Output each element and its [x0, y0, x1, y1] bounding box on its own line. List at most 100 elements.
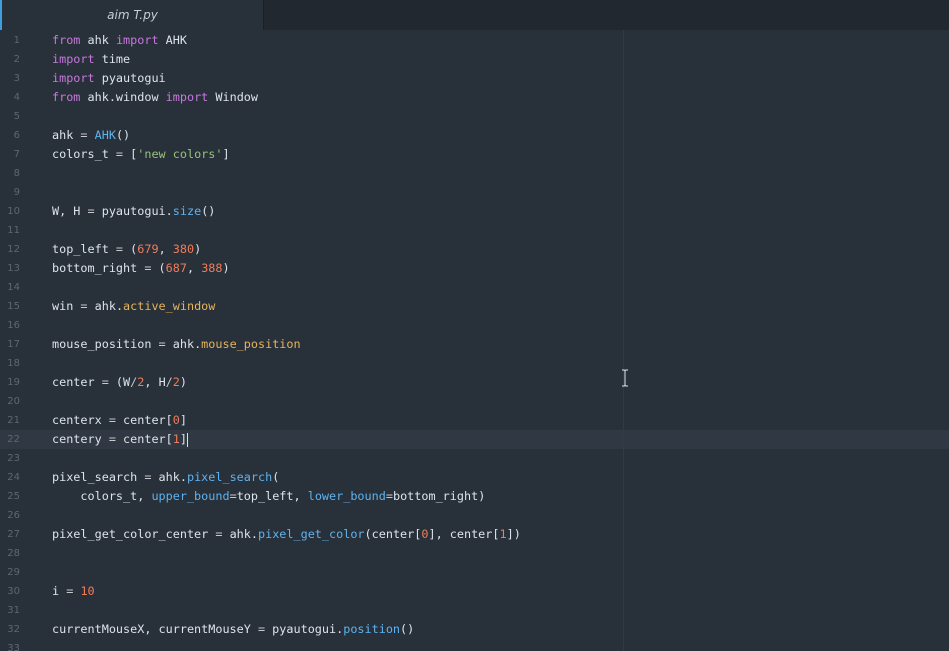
code-token: ()	[201, 204, 216, 218]
line-number: 25	[7, 491, 20, 502]
code-token: upper_bound	[151, 489, 230, 503]
code-line[interactable]: ahk = AHK()	[52, 126, 130, 145]
line-number: 5	[13, 111, 20, 122]
line-number: 28	[7, 548, 20, 559]
code-token: currentMouseX, currentMouseY	[52, 622, 258, 636]
code-token: ahk.	[87, 299, 124, 313]
code-token: =	[80, 128, 88, 142]
code-token: =	[385, 489, 393, 503]
code-token: (	[123, 242, 138, 256]
code-token: colors_t,	[52, 489, 152, 503]
code-line[interactable]: colors_t = ['new colors']	[52, 145, 230, 164]
code-line[interactable]: center = (W/2, H/2)	[52, 373, 187, 392]
code-line[interactable]: colors_t, upper_bound=top_left, lower_bo…	[52, 487, 485, 506]
code-line[interactable]: from ahk.window import Window	[52, 88, 258, 107]
code-token: pyautogui.	[94, 204, 173, 218]
code-token: pixel_search	[52, 470, 145, 484]
tab-aim-t-py[interactable]: aim T.py	[0, 0, 264, 30]
code-token: import	[52, 52, 95, 66]
code-line[interactable]: import time	[52, 50, 130, 69]
code-token: 388	[201, 261, 223, 275]
line-number: 16	[7, 320, 20, 331]
code-token: (W	[108, 375, 131, 389]
code-line[interactable]: import pyautogui	[52, 69, 166, 88]
code-token: pyautogui.	[265, 622, 344, 636]
code-token: =	[80, 299, 88, 313]
code-line[interactable]: bottom_right = (687, 388)	[52, 259, 230, 278]
code-line[interactable]: from ahk import AHK	[52, 31, 187, 50]
line-number: 17	[7, 339, 20, 350]
code-token: ahk.window	[80, 90, 166, 104]
code-token: time	[94, 52, 131, 66]
code-area[interactable]: from ahk import AHK import time import pya…	[52, 30, 949, 651]
line-number: 21	[7, 415, 20, 426]
code-line[interactable]: mouse_position = ahk.mouse_position	[52, 335, 301, 354]
code-token: ]	[222, 147, 230, 161]
code-token: )	[194, 242, 202, 256]
code-token: 'new colors'	[137, 147, 223, 161]
code-token: 10	[80, 584, 95, 598]
code-line[interactable]: i = 10	[52, 582, 95, 601]
code-token: ()	[115, 128, 131, 142]
code-token: 2	[172, 375, 180, 389]
line-number: 18	[7, 358, 20, 369]
code-token: =	[87, 204, 95, 218]
code-token: =	[108, 413, 116, 427]
code-token: =	[257, 622, 266, 636]
code-token: centerx	[52, 413, 109, 427]
code-editor[interactable]: 1 2 3 4 5 6 7 8 9 10 11 12 13 14 15 16 17 18 19 20 21 22 23 24 2…	[0, 30, 949, 651]
line-number: 33	[7, 643, 20, 651]
code-line[interactable]: currentMouseX, currentMouseY = pyautogui…	[52, 620, 414, 639]
code-line[interactable]: win = ahk.active_window	[52, 297, 215, 316]
line-number: 4	[13, 92, 20, 103]
code-token: )	[222, 261, 230, 275]
line-number: 8	[13, 168, 20, 179]
code-token: =	[229, 489, 237, 503]
code-line[interactable]: W, H = pyautogui.size()	[52, 202, 215, 221]
code-token: bottom_right	[52, 261, 145, 275]
code-token: mouse_position	[201, 337, 301, 351]
code-token: ]	[179, 413, 187, 427]
line-number: 13	[7, 263, 20, 274]
code-token: i	[52, 584, 67, 598]
code-line[interactable]: top_left = (679, 380)	[52, 240, 201, 259]
code-token: center[	[115, 432, 173, 446]
code-token: (	[272, 470, 280, 484]
line-number: 22	[7, 434, 20, 445]
code-token: lower_bound	[307, 489, 386, 503]
code-token: ,	[186, 261, 202, 275]
code-line[interactable]: pixel_get_color_center = ahk.pixel_get_c…	[52, 525, 521, 544]
code-token: (center[	[364, 527, 422, 541]
tab-bar: aim T.py	[0, 0, 949, 30]
line-number: 26	[7, 510, 20, 521]
code-token: position	[343, 622, 401, 636]
code-line[interactable]: centery = center[1]	[52, 430, 188, 449]
code-token: ], center[	[428, 527, 500, 541]
code-token: 380	[172, 242, 195, 256]
code-token: win	[52, 299, 81, 313]
tab-title: aim T.py	[107, 8, 158, 22]
code-line[interactable]: pixel_search = ahk.pixel_search(	[52, 468, 279, 487]
code-token: from	[52, 90, 81, 104]
code-token: (	[151, 261, 166, 275]
line-number: 3	[13, 73, 20, 84]
code-token: AHK	[158, 33, 187, 47]
line-number: 27	[7, 529, 20, 540]
i-beam-cursor-icon	[622, 369, 628, 387]
line-number: 2	[13, 54, 20, 65]
code-token: bottom_right)	[392, 489, 486, 503]
code-token: =	[115, 147, 124, 161]
code-token: pixel_search	[186, 470, 273, 484]
line-number: 31	[7, 605, 20, 616]
code-token: import	[165, 90, 209, 104]
code-token: pixel_get_color	[257, 527, 365, 541]
code-line[interactable]: centerx = center[0]	[52, 411, 187, 430]
code-token: 1	[172, 432, 180, 446]
code-token: =	[101, 375, 109, 389]
line-number: 7	[13, 149, 20, 160]
line-number: 9	[13, 187, 20, 198]
line-number: 10	[7, 206, 20, 217]
code-token: 0	[172, 413, 180, 427]
code-token: top_left,	[236, 489, 308, 503]
code-token: =	[115, 242, 124, 256]
